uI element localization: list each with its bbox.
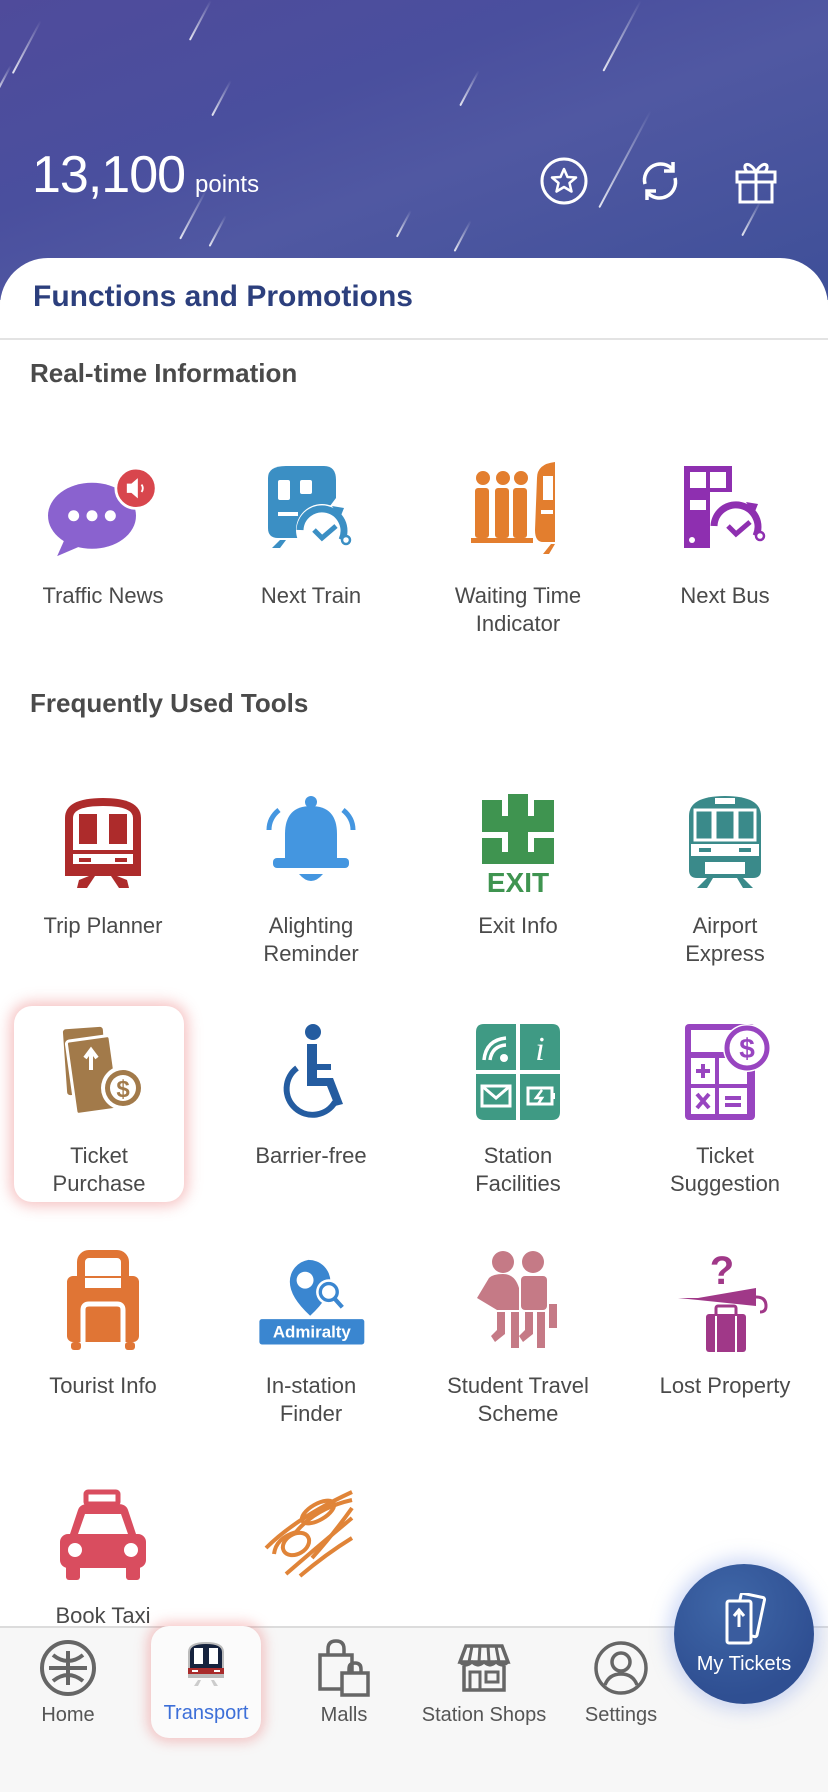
tab-label: Station Shops xyxy=(421,1704,547,1726)
svg-text:?: ? xyxy=(710,1249,734,1293)
points-unit: points xyxy=(195,171,260,198)
tile-ticket-purchase[interactable]: $ Ticket Purchase xyxy=(14,1006,184,1202)
tile-label: Ticket Suggestion xyxy=(669,1143,781,1196)
svg-text:$: $ xyxy=(739,1033,755,1064)
tile-next-train[interactable]: Next Train xyxy=(226,450,396,640)
refresh-button[interactable] xyxy=(634,155,686,207)
chat-bubble-speaker-icon xyxy=(48,466,158,557)
calculator-dollar-icon: $ xyxy=(685,1024,771,1120)
tab-malls[interactable]: Malls xyxy=(298,1628,390,1738)
tile-label: Ticket Purchase xyxy=(52,1143,146,1196)
tile-exit-info[interactable]: EXIT Exit Info xyxy=(433,780,603,970)
high-speed-train-icon xyxy=(264,1490,354,1578)
tile-label: Alighting Reminder xyxy=(263,913,359,966)
shopping-bags-icon xyxy=(318,1639,370,1697)
my-tickets-button[interactable]: My Tickets xyxy=(674,1564,814,1704)
points-balance: 13,100 points xyxy=(32,145,259,205)
tile-in-station-finder[interactable]: Admiralty In-station Finder xyxy=(226,1240,396,1430)
tab-label: Transport xyxy=(163,1702,249,1724)
tab-label: Home xyxy=(41,1704,95,1726)
exit-sign-icon: EXIT xyxy=(482,794,554,898)
tile-barrier-free[interactable]: Barrier-free xyxy=(226,1010,396,1200)
luggage-icon xyxy=(67,1250,139,1350)
bus-clock-icon xyxy=(684,466,766,552)
svg-text:i: i xyxy=(535,1031,544,1068)
tile-station-facilities[interactable]: i Station Facilities xyxy=(433,1010,603,1200)
mtr-logo-icon xyxy=(40,1640,96,1696)
tile-ticket-suggestion[interactable]: $ Ticket Suggestion xyxy=(640,1010,810,1200)
tile-label: Waiting Time Indicator xyxy=(454,583,582,636)
svg-text:Admiralty: Admiralty xyxy=(273,1323,352,1342)
tab-label: Settings xyxy=(584,1704,658,1726)
tile-label: Next Train xyxy=(260,583,362,608)
points-header: 13,100 points xyxy=(0,0,828,300)
tile-label: Book Taxi xyxy=(55,1603,151,1628)
tickets-icon xyxy=(725,1592,767,1644)
functions-sheet: Functions and Promotions Real-time Infor… xyxy=(0,258,828,1628)
ticket-dollar-icon: $ xyxy=(62,1026,145,1116)
tile-lost-property[interactable]: ? Lost Property xyxy=(640,1240,810,1430)
points-value: 13,100 xyxy=(32,146,186,204)
tile-label: Lost Property xyxy=(659,1373,791,1398)
gift-icon xyxy=(735,163,777,204)
refresh-icon xyxy=(642,162,678,200)
location-search-icon: Admiralty xyxy=(259,1259,365,1345)
section-title-realtime: Real-time Information xyxy=(30,358,298,388)
tile-label: Airport Express xyxy=(685,913,765,966)
queue-train-icon xyxy=(471,462,555,554)
taxi-icon xyxy=(60,1489,146,1580)
station-facilities-icon: i xyxy=(476,1024,560,1120)
star-badge-icon xyxy=(540,157,588,205)
tile-next-bus[interactable]: Next Bus xyxy=(640,450,810,640)
svg-text:$: $ xyxy=(116,1076,130,1103)
train-front-icon xyxy=(65,798,141,888)
tile-trip-planner[interactable]: Trip Planner xyxy=(18,780,188,970)
divider xyxy=(0,338,828,340)
train-icon xyxy=(188,1642,224,1686)
tile-label: Exit Info xyxy=(478,913,558,938)
tile-label: Trip Planner xyxy=(43,913,163,938)
umbrella-suitcase-icon: ? xyxy=(678,1249,768,1352)
svg-text:EXIT: EXIT xyxy=(487,867,549,898)
gift-button[interactable] xyxy=(730,155,782,207)
tile-student-travel-scheme[interactable]: Student Travel Scheme xyxy=(433,1240,603,1430)
tile-label: In-station Finder xyxy=(265,1373,357,1426)
tile-label: Station Facilities xyxy=(475,1143,561,1196)
train-clock-icon xyxy=(268,466,352,556)
sheet-title: Functions and Promotions xyxy=(33,280,413,313)
tile-traffic-news[interactable]: Traffic News xyxy=(18,450,188,640)
tile-label: High Speed xyxy=(243,1602,380,1628)
tile-high-speed[interactable]: High Speed xyxy=(226,1470,396,1628)
tile-label: Barrier-free xyxy=(255,1143,367,1168)
tab-label: Malls xyxy=(320,1704,368,1726)
tab-station-shops[interactable]: Station Shops xyxy=(414,1628,554,1738)
airport-express-train-icon xyxy=(689,796,761,888)
storefront-icon xyxy=(457,1644,511,1692)
section-title-tools: Frequently Used Tools xyxy=(30,688,309,718)
user-circle-icon xyxy=(594,1641,648,1695)
my-tickets-label: My Tickets xyxy=(696,1652,792,1675)
tile-label: Traffic News xyxy=(42,583,164,608)
tile-book-taxi[interactable]: Book Taxi xyxy=(18,1470,188,1628)
tile-label: Tourist Info xyxy=(49,1373,157,1398)
tile-airport-express[interactable]: Airport Express xyxy=(640,780,810,970)
rewards-button[interactable] xyxy=(538,155,590,207)
tile-tourist-info[interactable]: Tourist Info xyxy=(18,1240,188,1430)
bell-icon xyxy=(266,796,356,881)
tab-settings[interactable]: Settings xyxy=(574,1628,668,1738)
tile-label: Next Bus xyxy=(680,583,770,608)
tile-waiting-time-indicator[interactable]: Waiting Time Indicator xyxy=(433,450,603,640)
students-icon xyxy=(477,1251,557,1348)
wheelchair-icon xyxy=(283,1024,343,1118)
tile-label: Student Travel Scheme xyxy=(447,1373,589,1426)
tab-home[interactable]: Home xyxy=(26,1628,110,1738)
tile-alighting-reminder[interactable]: Alighting Reminder xyxy=(226,780,396,970)
tab-transport[interactable]: Transport xyxy=(151,1626,261,1738)
